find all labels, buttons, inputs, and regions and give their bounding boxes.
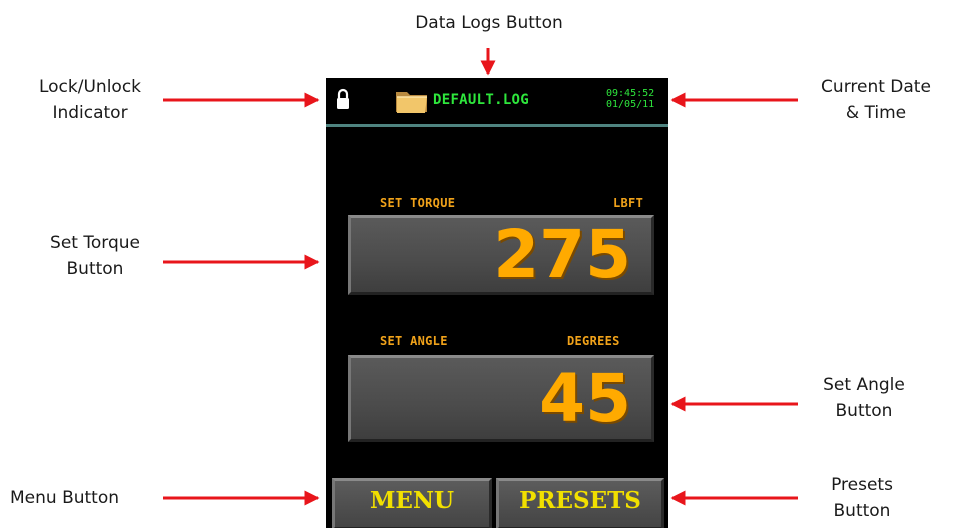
status-bar: DEFAULT.LOG 09:45:52 01/05/11: [326, 78, 668, 124]
callout-lock-line2: Indicator: [52, 103, 128, 123]
angle-value: 45: [539, 360, 631, 437]
callout-datetime: Current Date & Time: [806, 74, 946, 126]
status-divider: [326, 124, 668, 127]
torque-unit: LBFT: [613, 196, 644, 210]
callout-menu: Menu Button: [10, 485, 119, 511]
menu-button[interactable]: MENU: [332, 478, 492, 528]
torque-value: 275: [493, 216, 631, 293]
presets-button[interactable]: PRESETS: [496, 478, 664, 528]
date-time-display: 09:45:52 01/05/11: [606, 88, 662, 110]
callout-data-logs: Data Logs Button: [384, 10, 594, 36]
callout-lock: Lock/Unlock Indicator: [20, 74, 160, 126]
device-screen: DEFAULT.LOG 09:45:52 01/05/11 SET TORQUE…: [326, 78, 668, 528]
callout-torque: Set Torque Button: [30, 230, 160, 282]
callout-torque-line1: Set Torque: [50, 233, 140, 253]
callout-data-logs-text: Data Logs Button: [415, 13, 563, 33]
callout-angle: Set Angle Button: [804, 372, 924, 424]
callout-datetime-line2: & Time: [845, 103, 907, 123]
callout-lock-line1: Lock/Unlock: [38, 77, 142, 97]
data-logs-button[interactable]: DEFAULT.LOG: [433, 92, 529, 108]
callout-presets-line1: Presets: [831, 475, 893, 495]
callout-angle-line2: Button: [835, 401, 893, 421]
set-torque-button[interactable]: 275: [348, 215, 654, 295]
folder-icon[interactable]: [395, 88, 428, 114]
time-text: 09:45:52: [606, 88, 655, 99]
angle-unit: DEGREES: [567, 334, 620, 348]
callout-presets-line2: Button: [833, 501, 891, 521]
set-angle-button[interactable]: 45: [348, 355, 654, 442]
callout-menu-text: Menu Button: [10, 488, 120, 508]
lock-icon[interactable]: [336, 88, 350, 110]
callout-angle-line1: Set Angle: [823, 375, 905, 395]
date-text: 01/05/11: [606, 99, 655, 110]
angle-label: SET ANGLE: [380, 334, 448, 348]
callout-presets: Presets Button: [802, 472, 922, 524]
torque-label: SET TORQUE: [380, 196, 456, 210]
callout-datetime-line1: Current Date: [821, 77, 931, 97]
callout-torque-line2: Button: [66, 259, 124, 279]
